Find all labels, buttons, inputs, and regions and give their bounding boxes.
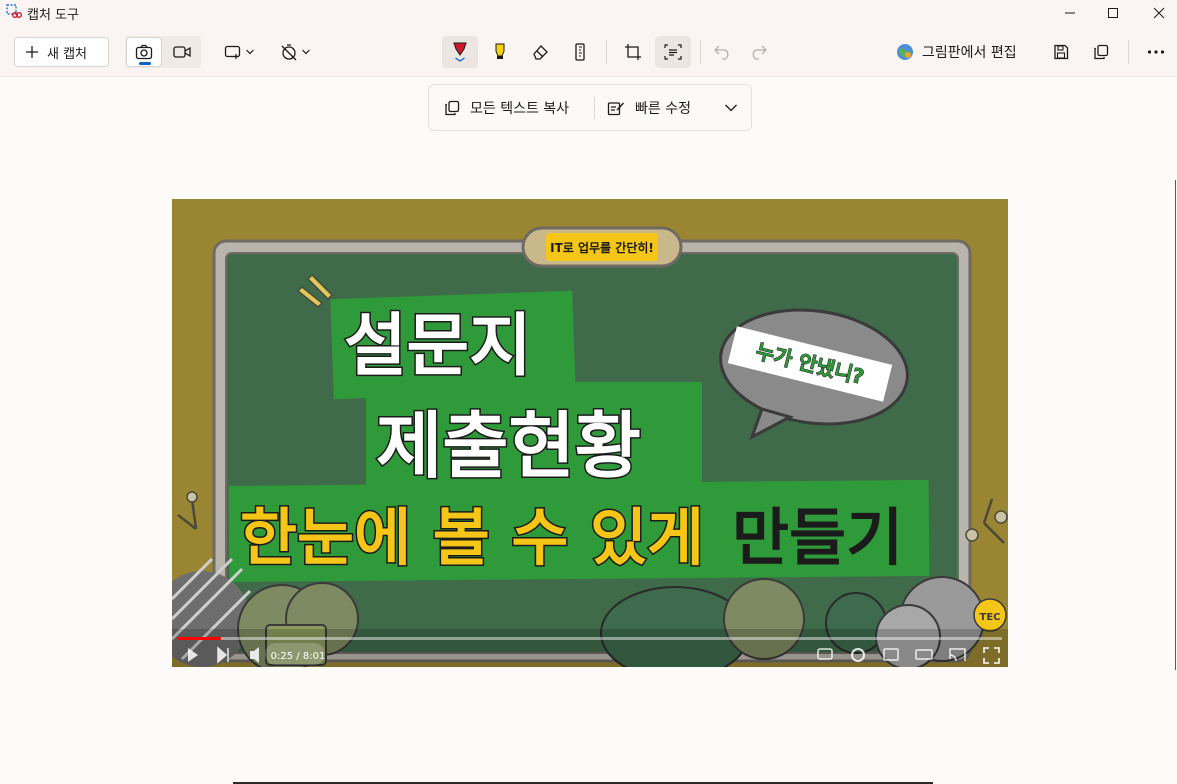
more-icon	[1147, 50, 1165, 54]
snip-shape-dropdown[interactable]	[218, 36, 260, 68]
toolbar-divider	[700, 40, 701, 64]
save-icon	[1054, 44, 1069, 60]
text-actions-button[interactable]	[655, 36, 691, 68]
new-capture-label: 새 캡처	[47, 46, 88, 62]
text-actions-icon	[664, 44, 682, 60]
timer-off-icon	[281, 44, 296, 61]
copy-all-text-button[interactable]: 모든 텍스트 복사	[444, 85, 569, 130]
rectangle-snip-icon	[224, 45, 240, 59]
capture-subtitle-yellow: 한눈에 볼 수 있게	[240, 501, 704, 574]
paint-icon	[897, 44, 913, 60]
copy-text-icon	[445, 100, 460, 115]
toolbar-divider	[606, 40, 607, 64]
capture-mode-group	[125, 36, 201, 68]
eraser-button[interactable]	[522, 36, 558, 68]
redact-icon	[607, 101, 624, 115]
minimize-button[interactable]	[1047, 0, 1093, 26]
copy-icon	[1094, 44, 1109, 60]
chevron-down-icon	[301, 49, 310, 55]
camera-icon	[135, 44, 153, 60]
capture-badge: IT로 업무를 간단히!	[550, 240, 654, 255]
text-actions-divider	[594, 97, 595, 119]
minimize-icon	[1065, 12, 1075, 14]
vertical-scrollbar[interactable]	[1175, 180, 1176, 670]
toolbar: 새 캡처 그림판에서 편집	[0, 26, 1177, 77]
capture-subtitle-black: 만들기	[732, 501, 903, 574]
ballpoint-pen-icon	[453, 42, 467, 62]
delay-dropdown[interactable]	[274, 36, 316, 68]
copy-all-text-label: 모든 텍스트 복사	[470, 100, 570, 117]
chevron-down-icon	[725, 104, 737, 111]
quick-redact-button[interactable]: 빠른 수정	[607, 85, 691, 130]
screenshot-mode-button[interactable]	[126, 37, 162, 67]
close-button[interactable]	[1136, 0, 1177, 26]
video-mode-button[interactable]	[164, 37, 200, 67]
eraser-icon	[533, 45, 548, 60]
edit-in-paint-label: 그림판에서 편집	[922, 45, 1017, 61]
undo-icon	[714, 45, 729, 60]
ruler-button[interactable]	[562, 36, 598, 68]
video-progress-fill	[178, 637, 221, 640]
highlighter-button[interactable]	[482, 36, 518, 68]
capture-title-line1: 설문지	[344, 307, 532, 386]
toolbar-divider	[1128, 40, 1129, 64]
crop-icon	[625, 44, 641, 60]
channel-logo-text: TEC	[980, 612, 1001, 623]
chevron-down-icon	[245, 49, 254, 55]
window-title: 캡처 도구	[27, 8, 79, 23]
save-button[interactable]	[1044, 36, 1078, 68]
redo-button[interactable]	[740, 36, 776, 68]
active-mode-indicator	[139, 62, 151, 65]
maximize-icon	[1108, 8, 1118, 18]
text-actions-bar: 모든 텍스트 복사 빠른 수정	[428, 84, 752, 131]
crop-button[interactable]	[615, 36, 651, 68]
video-progress-track[interactable]	[178, 637, 1002, 640]
video-icon	[173, 46, 191, 58]
capture-title-line2: 제출현황	[376, 404, 641, 488]
thumbnail-artwork: IT로 업무를 간단히! 설문지 제출현황 한눈에 볼 수 있게 만들기 누가 …	[172, 199, 1008, 667]
ballpoint-pen-button[interactable]	[442, 36, 478, 68]
copy-button[interactable]	[1084, 36, 1118, 68]
ruler-icon	[575, 43, 585, 61]
more-options-button[interactable]	[1140, 36, 1172, 68]
plus-icon	[26, 46, 38, 58]
video-time: 0:25 / 8:01	[271, 651, 326, 662]
new-capture-button[interactable]: 새 캡처	[14, 37, 109, 67]
title-bar: 캡처 도구	[0, 0, 1177, 26]
undo-button[interactable]	[705, 36, 741, 68]
captured-image: IT로 업무를 간단히! 설문지 제출현황 한눈에 볼 수 있게 만들기 누가 …	[172, 199, 1008, 667]
redo-icon	[752, 45, 767, 60]
quick-redact-label: 빠른 수정	[635, 100, 691, 117]
edit-in-paint-button[interactable]: 그림판에서 편집	[896, 40, 1017, 64]
highlighter-icon	[495, 43, 505, 59]
app-icon	[6, 4, 22, 18]
maximize-button[interactable]	[1090, 0, 1136, 26]
close-icon	[1153, 7, 1165, 19]
quick-redact-dropdown[interactable]	[721, 85, 741, 130]
